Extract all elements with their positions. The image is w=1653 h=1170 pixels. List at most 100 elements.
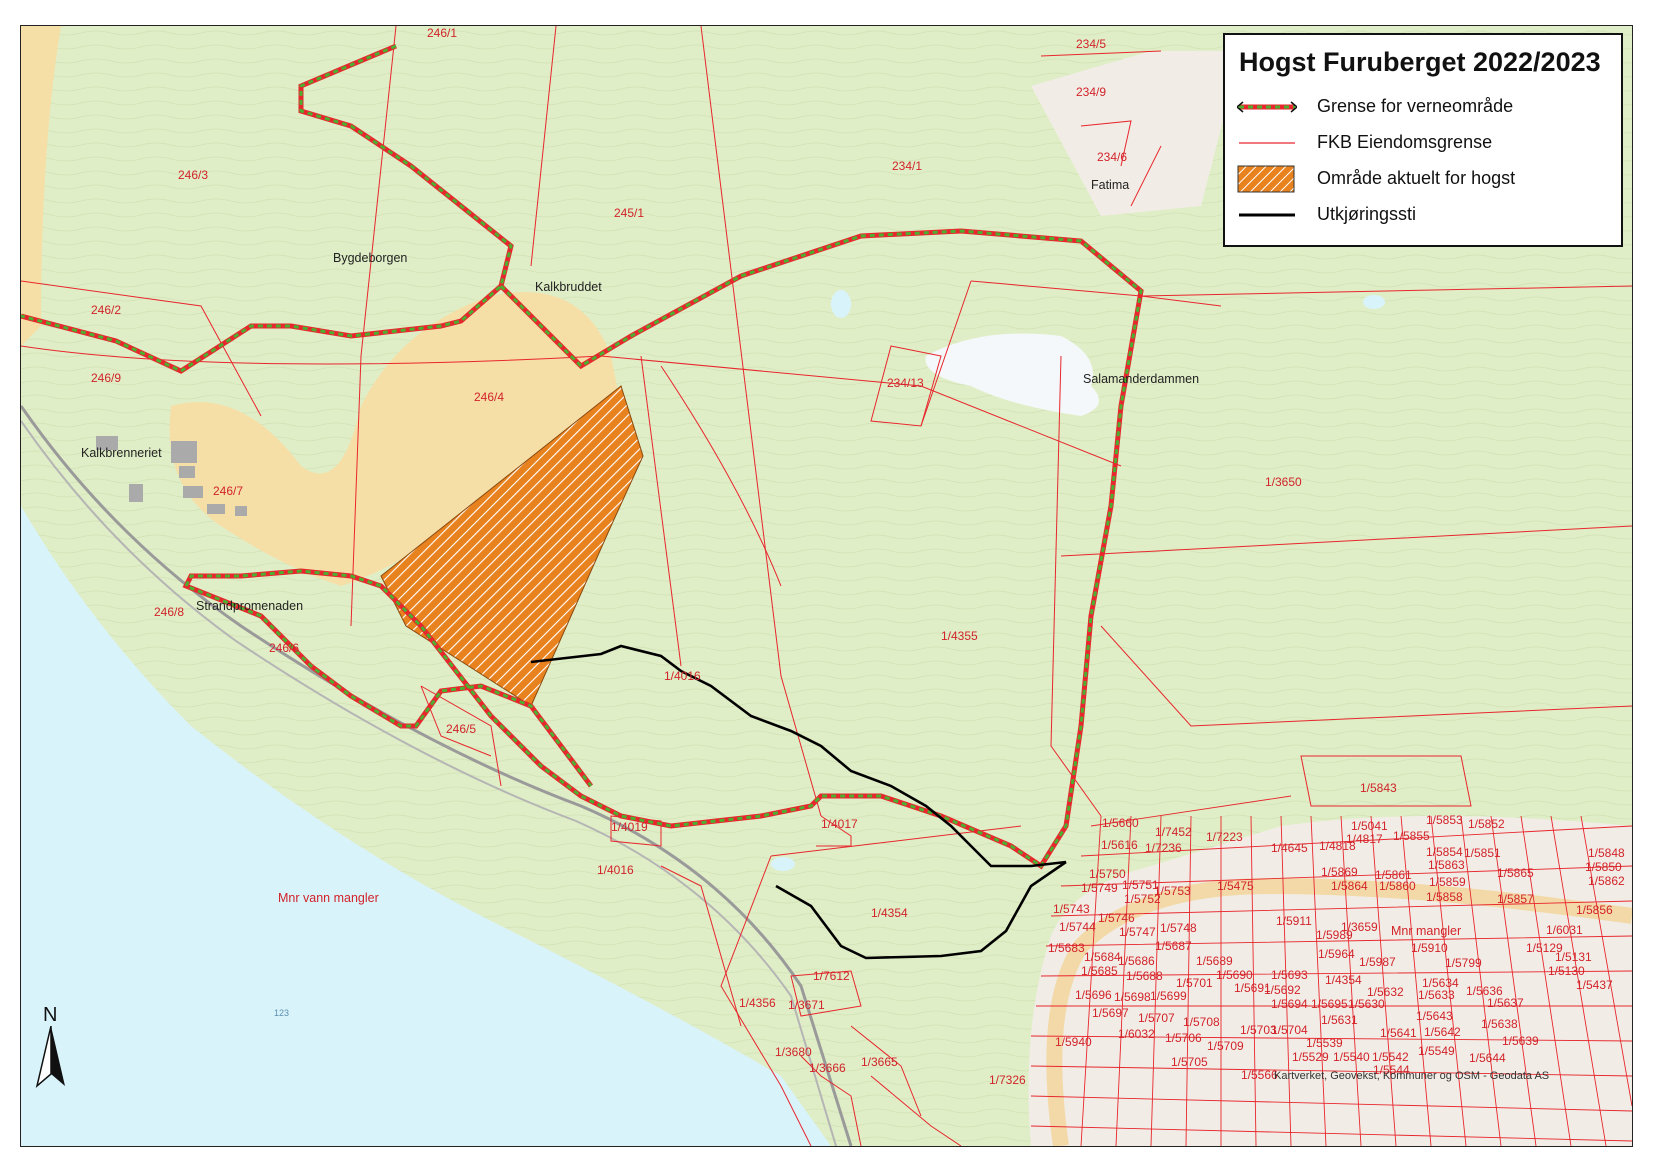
parcel-label: 1/5709 — [1207, 1039, 1244, 1053]
parcel-label: 1/5688 — [1126, 969, 1163, 983]
parcel-label: 1/5852 — [1468, 817, 1505, 831]
parcel-label: 234/5 — [1076, 37, 1107, 51]
legend-label: Område aktuelt for hogst — [1317, 168, 1516, 188]
parcel-label: 1/5863 — [1428, 858, 1465, 872]
north-arrow-icon — [35, 1026, 65, 1089]
place-fatima: Fatima — [1091, 178, 1130, 192]
elevation-123: 123 — [274, 1008, 290, 1018]
parcel-label: 1/5642 — [1424, 1025, 1461, 1039]
parcel-label: 246/8 — [154, 605, 185, 619]
parcel-label: 1/5855 — [1393, 829, 1430, 843]
parcel-label: 1/5687 — [1155, 939, 1192, 953]
parcel-label: 1/5131 — [1555, 950, 1592, 964]
parcel-label: 1/5130 — [1548, 964, 1585, 978]
parcel-label: 1/4356 — [739, 996, 776, 1010]
parcel-label: 1/5705 — [1171, 1055, 1208, 1069]
parcel-label: 1/5987 — [1359, 955, 1396, 969]
parcel-label: 1/5707 — [1138, 1011, 1175, 1025]
parcel-label: 1/5860 — [1379, 879, 1416, 893]
parcel-label: 1/5865 — [1497, 866, 1534, 880]
place-kalkbruddet: Kalkbruddet — [535, 280, 602, 294]
red-line-icon — [1239, 142, 1295, 144]
black-line-icon — [1239, 213, 1295, 217]
small-pond-3 — [771, 857, 795, 871]
parcel-label: 1/4645 — [1271, 841, 1308, 855]
parcel-label: 1/5862 — [1588, 874, 1625, 888]
parcel-label: 1/6032 — [1118, 1027, 1155, 1041]
parcel-label: 234/9 — [1076, 85, 1107, 99]
parcel-label: 1/4355 — [941, 629, 978, 643]
parcel-label: 1/5699 — [1150, 989, 1187, 1003]
parcel-label: 1/7223 — [1206, 830, 1243, 844]
parcel-label: 1/5529 — [1292, 1050, 1329, 1064]
parcel-label: 1/5750 — [1089, 867, 1126, 881]
parcel-label: 1/4354 — [871, 906, 908, 920]
parcel-label: 1/5641 — [1380, 1026, 1417, 1040]
parcel-label: 246/5 — [446, 722, 477, 736]
parcel-label: 1/5851 — [1464, 846, 1501, 860]
parcel-label: 1/5539 — [1306, 1036, 1343, 1050]
legend-title: Hogst Furuberget 2022/2023 — [1239, 47, 1601, 77]
parcel-label: 1/5869 — [1321, 865, 1358, 879]
parcel-label: 1/5693 — [1271, 968, 1308, 982]
parcel-label: 1/5638 — [1481, 1017, 1518, 1031]
parcel-label: 1/5689 — [1196, 954, 1233, 968]
parcel-label: 1/5685 — [1081, 964, 1118, 978]
parcel-label: 1/5437 — [1576, 978, 1613, 992]
legend-label: FKB Eiendomsgrense — [1317, 132, 1493, 152]
parcel-label: 1/5708 — [1183, 1015, 1220, 1029]
parcel-label: 1/5695 — [1311, 997, 1348, 1011]
parcel-label: 1/7452 — [1155, 825, 1192, 839]
parcel-label: 1/5743 — [1053, 902, 1090, 916]
parcel-label: 1/3666 — [809, 1061, 846, 1075]
parcel-label: 1/5747 — [1119, 925, 1156, 939]
parcel-label: 1/3665 — [861, 1055, 898, 1069]
label-mnr-vann-mangler: Mnr vann mangler — [278, 891, 379, 905]
parcel-label: 246/2 — [91, 303, 122, 317]
parcel-label: 1/5701 — [1176, 976, 1213, 990]
parcel-label: 1/3680 — [775, 1045, 812, 1059]
legend-item-hogst-area: Område aktuelt for hogst — [1237, 161, 1607, 195]
parcel-label: 1/5660 — [1102, 816, 1139, 830]
parcel-label: 246/7 — [213, 484, 244, 498]
parcel-label: 1/5856 — [1576, 903, 1613, 917]
parcel-label: 1/3659 — [1341, 920, 1378, 934]
place-bygdeborgen: Bygdeborgen — [333, 251, 408, 265]
parcel-label: 1/5910 — [1411, 941, 1448, 955]
parcel-label: 1/5698 — [1114, 990, 1151, 1004]
small-pond-1 — [831, 290, 851, 318]
parcel-label: 1/5549 — [1418, 1044, 1455, 1058]
parcel-label: 1/5639 — [1502, 1034, 1539, 1048]
parcel-label: 1/5697 — [1092, 1006, 1129, 1020]
parcel-label: 1/5616 — [1101, 838, 1138, 852]
parcel-label: 1/5686 — [1118, 954, 1155, 968]
parcel-label: 246/9 — [91, 371, 122, 385]
dashed-green-boundary-icon — [1237, 101, 1297, 113]
parcel-label: 1/5475 — [1217, 879, 1254, 893]
map-attribution: Kartverket, Geovekst, Kommuner og OSM - … — [1274, 1070, 1550, 1082]
parcel-label: 1/5746 — [1098, 911, 1135, 925]
parcel-label: 1/5692 — [1264, 983, 1301, 997]
parcel-label: 1/5848 — [1588, 846, 1625, 860]
parcel-label: 1/4019 — [611, 820, 648, 834]
parcel-label: 246/4 — [474, 390, 505, 404]
north-letter: N — [43, 1004, 58, 1026]
parcel-label: 1/5857 — [1497, 892, 1534, 906]
parcel-label: 1/7236 — [1145, 841, 1182, 855]
parcel-label: 1/5940 — [1055, 1035, 1092, 1049]
place-strandpromenaden: Strandpromenaden — [196, 599, 304, 613]
parcel-label: 1/5633 — [1418, 988, 1455, 1002]
parcel-label: 246/1 — [427, 26, 458, 40]
parcel-label: 1/7612 — [813, 969, 850, 983]
parcel-label: 246/6 — [269, 641, 300, 655]
parcel-label: 1/4016 — [664, 669, 701, 683]
parcel-label: 1/5684 — [1084, 950, 1121, 964]
parcel-label: 1/5964 — [1318, 947, 1355, 961]
north-arrow: N — [31, 1004, 71, 1094]
legend-label: Grense for verneområde — [1317, 96, 1514, 116]
place-salamanderdammen: Salamanderdammen — [1083, 372, 1200, 386]
parcel-label: 1/5631 — [1321, 1013, 1358, 1027]
parcel-label: 1/5643 — [1416, 1009, 1453, 1023]
parcel-label: 234/1 — [892, 159, 923, 173]
parcel-label: 1/5566 — [1241, 1068, 1278, 1082]
